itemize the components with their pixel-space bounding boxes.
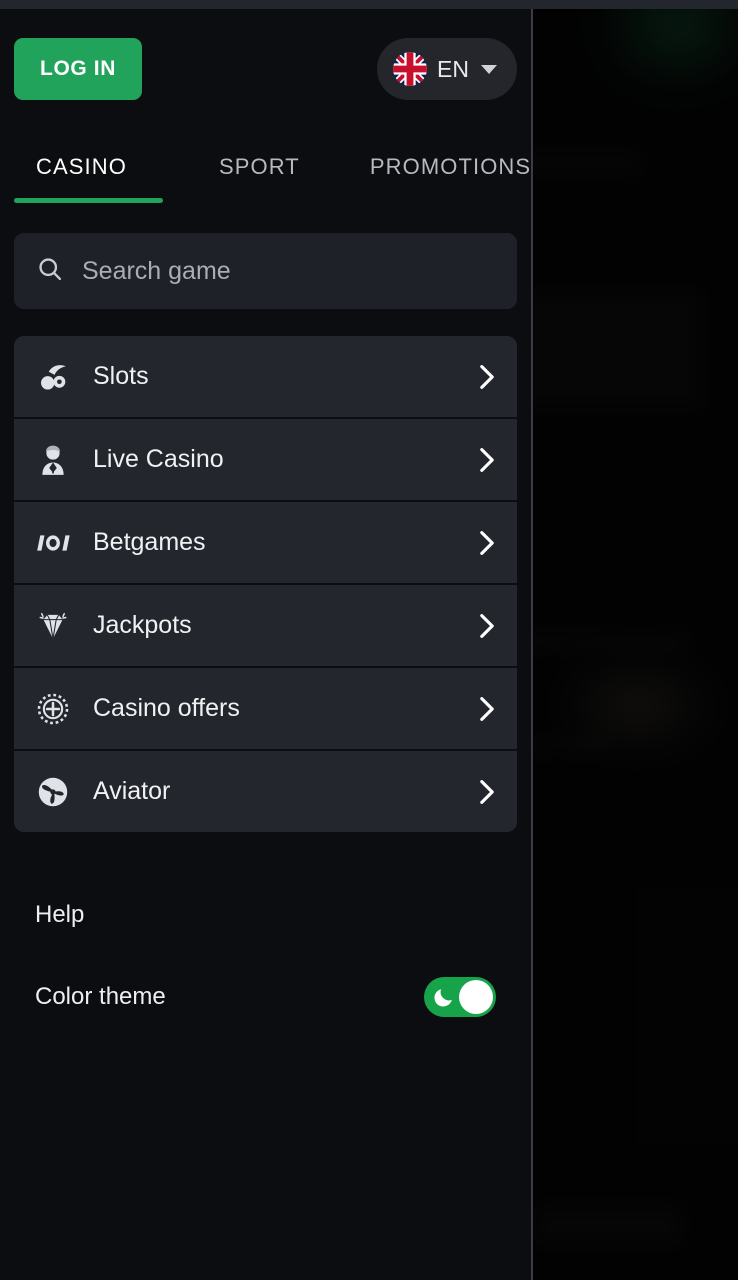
language-code: EN bbox=[437, 55, 469, 82]
cherries-icon bbox=[36, 360, 70, 394]
uk-flag-icon bbox=[393, 52, 428, 86]
color-theme-toggle[interactable] bbox=[424, 977, 496, 1017]
active-tab-indicator bbox=[14, 198, 163, 203]
chevron-right-icon bbox=[480, 530, 494, 555]
menu-list: Slots Live Casino Betgames Jackpots Casi… bbox=[14, 336, 517, 832]
status-bar bbox=[0, 0, 738, 9]
tab-sport[interactable]: SPORT bbox=[219, 131, 300, 203]
chevron-right-icon bbox=[480, 696, 494, 721]
chevron-right-icon bbox=[480, 613, 494, 638]
diamond-icon bbox=[36, 609, 70, 643]
chevron-down-icon bbox=[481, 64, 497, 74]
tab-bar: CASINO SPORT PROMOTIONS bbox=[0, 131, 531, 203]
drawer-footer: Help Color theme bbox=[35, 889, 496, 1023]
search-input[interactable] bbox=[82, 256, 495, 286]
search-bar[interactable] bbox=[14, 233, 517, 309]
menu-item-aviator[interactable]: Aviator bbox=[14, 751, 517, 832]
propeller-icon bbox=[36, 775, 70, 809]
menu-item-live-casino[interactable]: Live Casino bbox=[14, 419, 517, 500]
menu-item-jackpots[interactable]: Jackpots bbox=[14, 585, 517, 666]
casino-chip-icon bbox=[36, 692, 70, 726]
color-theme-label: Color theme bbox=[35, 983, 166, 1010]
app-screen: LOG IN EN CASINO SPORT PROMOTIONS Search… bbox=[0, 0, 738, 1280]
login-button[interactable]: LOG IN bbox=[14, 38, 142, 100]
dealer-icon bbox=[36, 443, 70, 477]
chevron-right-icon bbox=[480, 364, 494, 389]
menu-item-betgames[interactable]: Betgames bbox=[14, 502, 517, 583]
chevron-right-icon bbox=[480, 779, 494, 804]
menu-item-label: Betgames bbox=[93, 528, 206, 556]
language-selector[interactable]: EN bbox=[377, 38, 517, 100]
drawer-edge bbox=[531, 9, 533, 1280]
menu-item-label: Aviator bbox=[93, 777, 171, 805]
chevron-right-icon bbox=[480, 447, 494, 472]
menu-item-label: Jackpots bbox=[93, 611, 192, 639]
menu-item-slots[interactable]: Slots bbox=[14, 336, 517, 417]
help-label: Help bbox=[35, 901, 85, 928]
search-icon bbox=[36, 255, 64, 288]
betgames-icon bbox=[36, 526, 70, 560]
tab-promotions[interactable]: PROMOTIONS bbox=[370, 131, 531, 203]
moon-icon bbox=[434, 989, 452, 1007]
menu-item-casino-offers[interactable]: Casino offers bbox=[14, 668, 517, 749]
help-link[interactable]: Help bbox=[35, 889, 496, 941]
menu-item-label: Casino offers bbox=[93, 694, 240, 722]
drawer-header: LOG IN EN bbox=[0, 9, 531, 131]
navigation-drawer: LOG IN EN CASINO SPORT PROMOTIONS Search… bbox=[0, 9, 531, 1280]
tab-casino[interactable]: CASINO bbox=[36, 131, 127, 203]
drawer-scrim[interactable] bbox=[533, 0, 738, 1280]
menu-item-label: Live Casino bbox=[93, 445, 224, 473]
color-theme-row: Color theme bbox=[35, 971, 496, 1023]
toggle-thumb bbox=[459, 980, 493, 1014]
menu-item-label: Slots bbox=[93, 362, 149, 390]
